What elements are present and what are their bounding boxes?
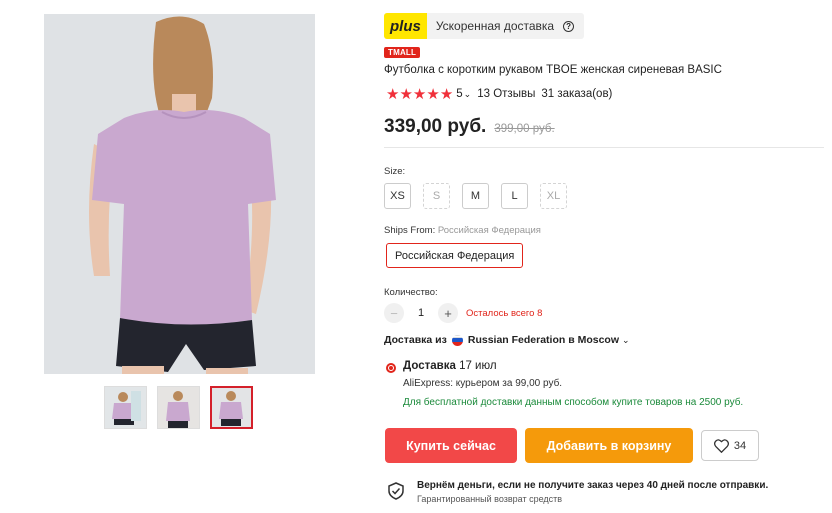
russia-flag-icon [451, 334, 463, 346]
delivery-from-prefix: Доставка из [384, 334, 447, 346]
thumbnail-strip [104, 386, 253, 429]
size-option-xs[interactable]: XS [384, 183, 411, 209]
heart-icon [713, 438, 729, 453]
thumbnail-3[interactable] [210, 386, 253, 429]
size-option-m[interactable]: M [462, 183, 489, 209]
quantity-plus-button[interactable]: + [438, 303, 458, 323]
size-option-l[interactable]: L [501, 183, 528, 209]
fast-delivery-badge[interactable]: plus Ускоренная доставка ? [384, 13, 585, 39]
delivery-radio[interactable] [386, 363, 396, 373]
buy-now-button[interactable]: Купить сейчас [385, 428, 517, 463]
size-label: Size: [384, 166, 406, 177]
rating-row: ★ ★ ★ ★ ★ 5 ⌄ 13 Отзывы 31 заказа(ов) [386, 85, 612, 103]
current-price: 339,00 руб. [384, 116, 487, 137]
delivery-courier: AliExpress: курьером за 99,00 руб. [403, 378, 563, 389]
star-icon: ★ [399, 86, 412, 103]
delivery-date: 17 июл [459, 360, 497, 372]
fast-delivery-label: Ускоренная доставка [435, 19, 555, 33]
main-product-image[interactable] [44, 14, 315, 374]
chevron-down-icon[interactable]: ⌄ [464, 89, 472, 100]
quantity-value[interactable]: 1 [404, 307, 438, 319]
delivery-from-location: Russian Federation в Moscow [467, 334, 620, 346]
delivery-label: Доставка [403, 360, 456, 372]
orders-count: 31 заказа(ов) [541, 88, 613, 100]
wishlist-button[interactable]: 34 [701, 430, 759, 461]
quantity-minus-button[interactable]: − [384, 303, 404, 323]
ships-from-label: Ships From: Российская Федерация [384, 225, 541, 236]
add-to-cart-button[interactable]: Добавить в корзину [525, 428, 693, 463]
guarantee-title: Вернём деньги, если не получите заказ че… [417, 480, 769, 491]
quantity-label: Количество: [384, 287, 438, 298]
delivery-from-selector[interactable]: Доставка из Russian Federation в Moscow … [384, 334, 630, 346]
ships-from-title: Ships From: [384, 225, 436, 236]
price-row: 339,00 руб. 399,00 руб. [384, 116, 555, 138]
guarantee-subtitle: Гарантированный возврат средств [417, 494, 563, 504]
quantity-stepper: − 1 + Осталось всего 8 [384, 303, 542, 323]
question-circle-icon[interactable]: ? [563, 20, 575, 32]
size-option-s[interactable]: S [423, 183, 450, 209]
free-shipping-note: Для бесплатной доставки данным способом … [403, 397, 744, 408]
star-icon: ★ [426, 86, 439, 103]
ships-from-option[interactable]: Российская Федерация [386, 243, 524, 268]
star-icon: ★ [386, 86, 399, 103]
delivery-option-title: Доставка 17 июл [403, 360, 497, 372]
wishlist-count: 34 [733, 439, 747, 452]
stock-remaining: Осталось всего 8 [466, 307, 543, 319]
ships-from-value: Российская Федерация [437, 225, 541, 236]
product-title: Футболка с коротким рукавом TBOE женская… [384, 64, 722, 76]
star-rating: ★ ★ ★ ★ ★ [386, 85, 453, 103]
tmall-badge: TMALL [384, 47, 421, 58]
old-price: 399,00 руб. [494, 123, 555, 135]
thumbnail-2[interactable] [157, 386, 200, 429]
plus-logo: plus [384, 13, 427, 39]
star-icon: ★ [439, 86, 453, 103]
shield-check-icon [388, 482, 404, 500]
thumbnail-1[interactable] [104, 386, 147, 429]
size-options: XS S M L XL [384, 183, 567, 209]
divider [384, 147, 824, 148]
chevron-down-icon: ⌄ [622, 334, 630, 345]
size-option-xl[interactable]: XL [540, 183, 567, 209]
star-icon: ★ [412, 86, 426, 103]
reviews-link[interactable]: 13 Отзывы [477, 88, 535, 100]
rating-value[interactable]: 5 [456, 88, 462, 100]
